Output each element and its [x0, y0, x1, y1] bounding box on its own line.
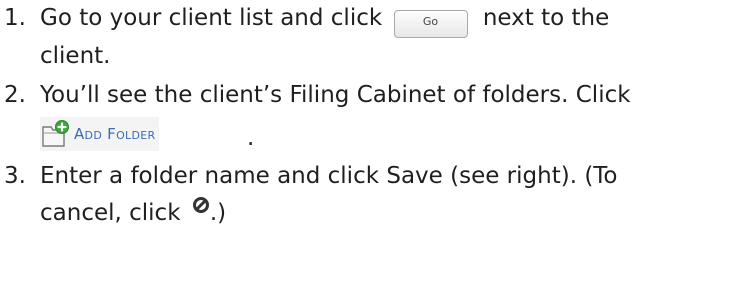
folder-add-icon — [42, 120, 69, 147]
step-text-continuation-after: .) — [209, 200, 227, 226]
cancel-icon[interactable] — [192, 196, 210, 214]
add-folder-label: Add Folder — [74, 124, 156, 143]
step-text: Enter a folder name and click Save (see … — [40, 163, 618, 189]
step-number: 2. — [4, 82, 26, 108]
step-number: 3. — [4, 163, 26, 189]
step-text-after: next to the — [482, 5, 610, 31]
step-2: 2. You’ll see the client’s Filing Cabine… — [0, 77, 747, 154]
add-folder-line: Add Folder . — [40, 114, 747, 154]
step-text-after: . — [247, 125, 255, 151]
instruction-list: 1. Go to your client list and click Go n… — [0, 0, 747, 232]
step-1: 1. Go to your client list and click Go n… — [0, 0, 747, 75]
go-button-label: Go — [422, 15, 439, 28]
step-text: You’ll see the client’s Filing Cabinet o… — [40, 82, 631, 108]
go-button[interactable]: Go — [393, 10, 468, 38]
add-folder-button[interactable]: Add Folder — [40, 117, 160, 151]
step-text-continuation: cancel, click — [40, 200, 181, 226]
step-number: 1. — [4, 5, 26, 31]
step-text: Go to your client list and click — [40, 5, 383, 31]
step-text-continuation: client. — [40, 43, 111, 69]
step-3: 3. Enter a folder name and click Save (s… — [0, 158, 747, 232]
